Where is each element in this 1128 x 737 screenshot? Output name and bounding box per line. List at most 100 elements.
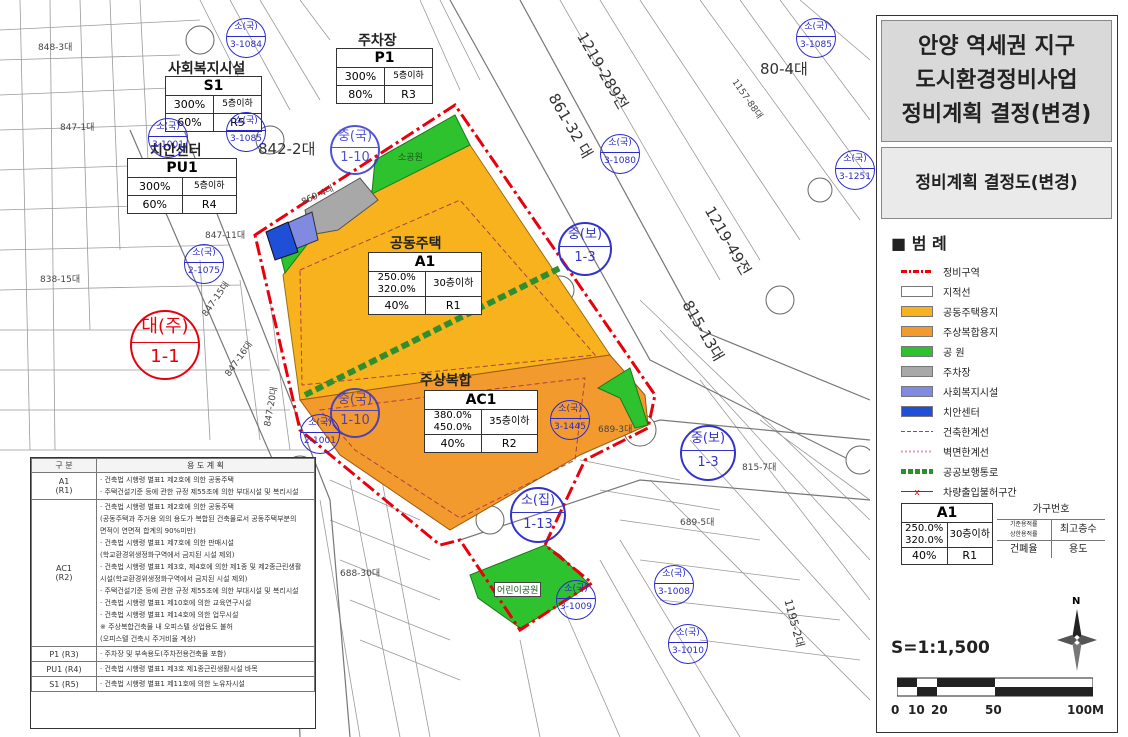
- lot-label-804: 80-4대: [760, 60, 808, 78]
- road-class: 소(국): [192, 248, 216, 258]
- legend-explain-height: 최고층수: [1050, 520, 1106, 540]
- road-circle-small[interactable]: 소(국) 3-1010: [668, 624, 708, 664]
- road-number: 3-1008: [655, 583, 693, 601]
- police-swatch: [901, 405, 933, 417]
- legend-label: 차량출입불허구간: [943, 487, 1017, 499]
- lot-label-838: 838-15대: [40, 275, 81, 285]
- legend-label: 벽면한계선: [943, 447, 989, 459]
- park-label-children: 어린이공원: [494, 582, 542, 597]
- legend-label: 지적선: [943, 287, 971, 299]
- zone-id: R3: [384, 86, 432, 103]
- lot-label-848: 848-3대: [38, 43, 73, 53]
- road-circle-small[interactable]: 소(국) 3-1085: [226, 112, 266, 152]
- legend-item: 지적선: [901, 284, 971, 299]
- table-row: PU1 (R4) · 건축법 시행령 별표1 제3호 제1종근린생활시설 바목: [31, 661, 315, 677]
- road-circle-small[interactable]: 소(국) 3-1080: [600, 134, 640, 174]
- table-zone: PU1 (R4): [31, 661, 97, 677]
- road-class: 소(국): [564, 584, 588, 594]
- road-number: 2-1001: [301, 432, 339, 450]
- zone-code: PU1: [128, 159, 236, 178]
- zone-box-a1[interactable]: A1 250.0% 320.0% 30층이하 40% R1: [368, 252, 482, 315]
- road-circle-mid[interactable]: 소(집) 1-13: [510, 487, 566, 543]
- legend-explain-far2: 상한용적률: [1009, 531, 1038, 538]
- legend-label: 정비구역: [943, 267, 980, 279]
- table-line: 시설(학교환경위생정화구역에서 금지된 시설 제외): [100, 575, 248, 583]
- road-circle-small[interactable]: 소(국) 3-1001: [148, 118, 188, 158]
- zone-code: P1: [337, 49, 432, 68]
- road-circle-small[interactable]: 소(국) 3-1008: [654, 565, 694, 605]
- lot-label-847-1: 847-1대: [60, 123, 95, 133]
- legend-explain-bcr: 건폐율: [1009, 544, 1038, 555]
- road-circle-small[interactable]: 소(국) 3-1445: [550, 400, 590, 440]
- table-zone: AC1: [55, 564, 72, 573]
- zone-far: 300%: [139, 180, 171, 193]
- road-number: 3-1084: [227, 36, 265, 54]
- zone-far-base: 250.0%: [377, 272, 416, 283]
- table-header-zone: 구 분: [31, 458, 97, 473]
- use-plan-table: 구 분용 도 계 획 A1 (R1) · 건축법 시행령 별표1 제2호에 의한 …: [30, 457, 316, 729]
- wall-limit-swatch: [901, 450, 933, 452]
- road-circle-mid[interactable]: 중(보) 1-3: [680, 425, 736, 481]
- table-zone-id: (R2): [55, 573, 73, 582]
- road-circle-mid[interactable]: 중(보) 1-3: [558, 222, 612, 276]
- legend-explain-far: 기준용적률: [1009, 521, 1038, 528]
- zone-id: R2: [480, 435, 538, 452]
- road-class: 소(국): [308, 418, 332, 428]
- road-circle-small[interactable]: 소(국) 3-1251: [835, 150, 875, 190]
- zone-name-s1: 사회복지시설: [168, 61, 246, 77]
- zone-box-ac1[interactable]: AC1 380.0% 450.0% 35층이하 40% R2: [424, 390, 538, 453]
- title-line: 안양 역세권 지구: [918, 34, 1075, 59]
- legend-item: 공 원: [901, 344, 965, 359]
- table-row: S1 (R5) · 건축법 시행령 별표1 제11호에 의한 노유자시설: [31, 676, 315, 692]
- table-line: · 건축법 시행령 별표1 제14호에 의한 업무시설: [100, 611, 239, 619]
- zone-box-pu1[interactable]: PU1 300% 5층이하 60% R4: [127, 158, 237, 214]
- scale-tick: 20: [931, 703, 948, 717]
- plan-map[interactable]: 861-32 대 815-13대 1219-289전 1219-49전 842-…: [0, 0, 875, 737]
- road-number: 2-1075: [185, 262, 223, 280]
- park-swatch: [901, 345, 933, 357]
- road-circle-small[interactable]: 소(국) 2-1075: [184, 244, 224, 284]
- road-number: 3-1001: [149, 136, 187, 154]
- table-line: · 건축법 시행령 별표1 제11호에 의한 노유자시설: [100, 680, 245, 688]
- zone-name-p1: 주차장: [358, 33, 397, 49]
- table-header-use: 용 도 계 획: [96, 458, 315, 473]
- title-panel: 안양 역세권 지구 도시환경정비사업 정비계획 결정(변경) 정비계획 결정도(…: [876, 15, 1118, 733]
- table-line: · 건축법 시행령 별표1 제2호에 의한 공동주택: [100, 476, 234, 484]
- legend-bcr: 40%: [912, 549, 937, 562]
- lot-label-689-5: 689-5대: [680, 518, 715, 528]
- boundary-swatch: [901, 269, 933, 273]
- zone-height: 5층이하: [181, 178, 237, 195]
- scale-tick: 50: [985, 703, 1002, 717]
- road-circle-small[interactable]: 소(국) 3-1084: [226, 18, 266, 58]
- road-circle-small[interactable]: 소(국) 2-1001: [300, 414, 340, 454]
- legend-item: 벽면한계선: [901, 444, 989, 459]
- building-limit-swatch: [901, 430, 933, 432]
- scale-tick: 100M: [1067, 703, 1104, 717]
- legend-label: 주차장: [943, 367, 971, 379]
- legend-label: 건축한계선: [943, 427, 989, 439]
- subtitle-box: 정비계획 결정도(변경): [881, 147, 1112, 219]
- title-box: 안양 역세권 지구 도시환경정비사업 정비계획 결정(변경): [881, 20, 1112, 142]
- zone-code: AC1: [425, 391, 537, 410]
- table-zone-id: (R1): [55, 486, 73, 495]
- table-line: · 주차장 및 부속용도(주차전용건축물 포함): [100, 650, 227, 658]
- legend-item: 공공보행통로: [901, 464, 998, 479]
- zone-box-p1[interactable]: P1 300% 5층이하 80% R3: [336, 48, 433, 104]
- table-row: A1 (R1) · 건축법 시행령 별표1 제2호에 의한 공동주택 · 주택건설…: [31, 472, 315, 500]
- road-circle-mid[interactable]: 중(국) 1-10: [330, 125, 380, 175]
- legend-explain-header: 가구번호: [1032, 504, 1070, 515]
- table-line: (학교환경위생정화구역에서 금지된 시설 제외): [100, 551, 235, 559]
- title-line: 도시환경정비사업: [915, 68, 1078, 93]
- legend-label: 공 원: [943, 347, 965, 359]
- road-circle-small[interactable]: 소(국) 3-1085: [796, 18, 836, 58]
- lot-label-815-7: 815-7대: [742, 463, 777, 473]
- road-circle-small[interactable]: 소(국) 3-1009: [556, 580, 596, 620]
- road-number: 3-1251: [836, 168, 874, 186]
- zone-bcr: 40%: [440, 437, 465, 450]
- zone-id: R4: [181, 196, 237, 213]
- legend-item: x 차량출입불허구간: [901, 484, 1017, 499]
- road-class: 중(보): [690, 431, 726, 446]
- zone-code: S1: [166, 77, 261, 96]
- road-class: 소(국): [156, 122, 180, 132]
- road-circle-large[interactable]: 대(주) 1-1: [130, 310, 200, 380]
